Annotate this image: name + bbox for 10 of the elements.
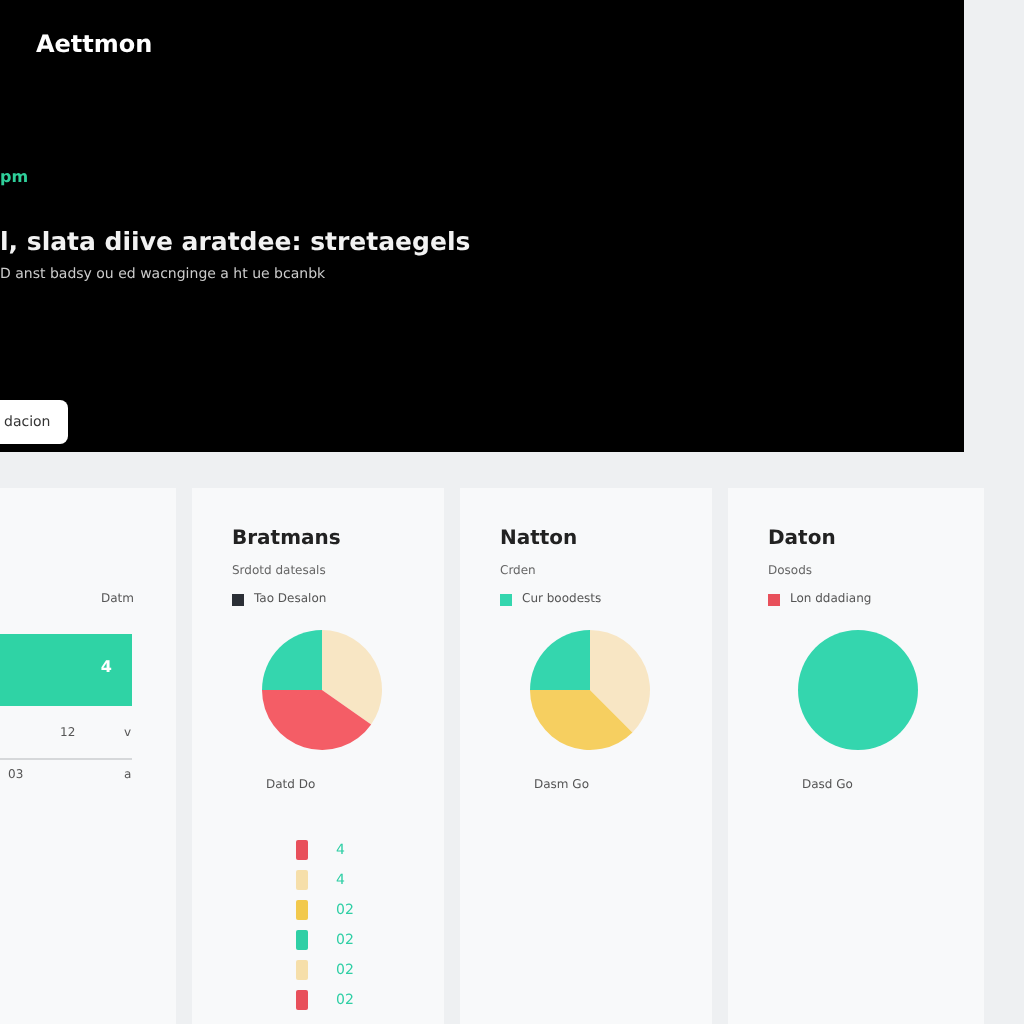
card-title: Bratmans bbox=[232, 528, 341, 550]
bar-label: 4 bbox=[100, 658, 112, 676]
pie-chart-drawing bbox=[528, 628, 652, 752]
pie-chart-drawing bbox=[796, 628, 920, 752]
hero-headline: l, slata diive aratdee: stretaegels bbox=[0, 226, 471, 256]
eyebrow-label: pm bbox=[0, 168, 29, 186]
card-title: Natton bbox=[500, 528, 578, 550]
card-title: Daton bbox=[768, 528, 836, 550]
brand-name: Aettmon bbox=[36, 30, 153, 58]
pie-chart-drawing bbox=[260, 628, 384, 752]
